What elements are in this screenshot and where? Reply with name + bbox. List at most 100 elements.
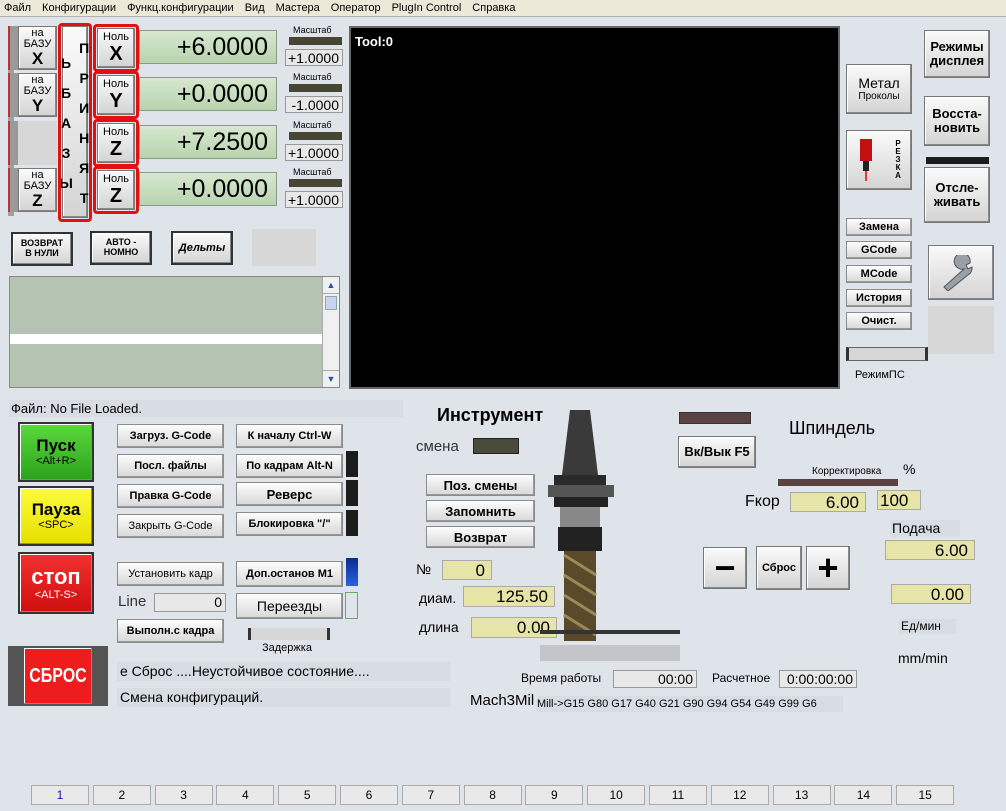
menu-item[interactable]: Функц.конфигурации [127,2,234,14]
menu-item[interactable]: Справка [472,2,515,14]
override-pct-label: % [903,461,916,477]
tab-11[interactable]: 11 [649,785,707,805]
block-delete-button[interactable]: Блокировка "/" [236,512,343,536]
tab-12[interactable]: 12 [710,785,769,805]
stop-button[interactable]: стоп <ALT-S> [18,552,94,614]
delay-bar[interactable] [248,628,330,640]
scale-field[interactable]: -1.0000 [285,96,343,113]
clear-button[interactable]: Очист. [846,312,912,330]
menu-item[interactable]: Файл [4,2,31,14]
axis-dro[interactable]: +0.0000 [139,172,277,206]
toolpath-display[interactable]: Tool:0 [349,26,840,389]
deltas-button[interactable]: Дельты [171,231,233,265]
track-button[interactable]: Отсле- живать [924,167,990,223]
display-modes-button[interactable]: Режимы дисплея [924,30,990,78]
run-from-line-button[interactable]: Выполн.с кадра [117,619,224,643]
tool-change-led [473,438,519,454]
tab-6[interactable]: 6 [340,785,398,805]
feed-field[interactable]: 6.00 [885,540,975,560]
set-line-button[interactable]: Установить кадр [117,562,224,586]
menu-item[interactable]: Конфигурации [42,2,116,14]
tools-button[interactable] [928,245,994,300]
tab-9[interactable]: 9 [525,785,584,805]
override-reset-button[interactable]: Сброс [756,546,802,590]
spindle-onoff-button[interactable]: Вк/Вык F5 [678,436,756,468]
menu-item[interactable]: Мастера [276,2,320,14]
restore-button[interactable]: Восста- новить [924,96,990,146]
tool-diam-label: диам. [419,590,457,606]
override-pct-field[interactable]: 100 [877,490,921,510]
close-gcode-button[interactable]: Закрыть G-Code [117,514,224,538]
start-button[interactable]: Пуск <Alt+R> [18,422,94,482]
change-pos-button[interactable]: Поз. смены [426,474,535,496]
minus-button[interactable]: − [703,547,747,589]
scroll-up-icon[interactable]: ▲ [323,277,339,294]
scrollbar[interactable]: ▲ ▼ [322,277,339,387]
load-gcode-button[interactable]: Загруз. G-Code [117,424,224,448]
scroll-down-icon[interactable]: ▼ [323,370,339,387]
recent-files-button[interactable]: Посл. файлы [117,454,224,478]
reverse-button[interactable]: Реверс [236,482,343,506]
plus-button[interactable]: + [806,546,850,590]
tab-13[interactable]: 13 [772,785,831,805]
ref-axis-button[interactable]: на БАЗУ Z [18,168,57,212]
axis-dro[interactable]: +0.0000 [139,77,277,111]
tab-15[interactable]: 15 [896,785,955,805]
scale-led [289,132,342,140]
tab-1[interactable]: 1 [31,785,89,805]
ref-axis-button[interactable]: на БАЗУ Y [18,73,57,117]
history-button[interactable]: История [846,289,912,307]
override-bar[interactable] [778,479,898,486]
axis-dro[interactable]: +6.0000 [139,30,277,64]
accept-bases-button[interactable]: П Р И Н Я Т Ь Б А З Ы [58,26,92,218]
edit-gcode-button[interactable]: Правка G-Code [117,484,224,508]
cut-button[interactable]: Р Е З К А [846,130,912,190]
return-button[interactable]: Возврат [426,526,535,548]
tab-10[interactable]: 10 [587,785,646,805]
gcode-button[interactable]: GCode [846,241,912,259]
menu-item[interactable]: Оператор [331,2,381,14]
tab-2[interactable]: 2 [92,785,151,805]
reset-button[interactable]: СБРОС [22,646,94,706]
menu-item[interactable]: PlugIn Control [392,2,462,14]
zero-axis-button[interactable]: Ноль Z [97,170,135,210]
tab-14[interactable]: 14 [834,785,893,805]
fkor-field[interactable]: 6.00 [790,492,866,512]
single-block-button[interactable]: По кадрам Alt-N [236,454,343,478]
tab-5[interactable]: 5 [278,785,337,805]
tab-7[interactable]: 7 [401,785,460,805]
mdi-list[interactable]: ▲ ▼ [9,276,340,388]
reverse-led [346,480,358,506]
zero-axis-button[interactable]: Ноль Y [97,75,135,115]
optional-stop-led [346,558,358,586]
moves-button[interactable]: Переезды [236,593,343,619]
tab-4[interactable]: 4 [216,785,275,805]
scale-field[interactable]: +1.0000 [285,144,343,161]
feed-rate-field[interactable]: 0.00 [891,584,971,604]
pause-button[interactable]: Пауза <SPC> [18,486,94,546]
remember-button[interactable]: Запомнить [426,500,535,522]
ref-axis-button[interactable]: на БАЗУ X [18,26,57,70]
mode-ps-bar[interactable] [846,347,928,361]
metal-button[interactable]: Метал Проколы [846,64,912,114]
zero-axis-button[interactable]: Ноль X [97,28,135,68]
line-field[interactable]: 0 [154,593,226,612]
tool-num-field[interactable]: 0 [442,560,492,580]
replace-button[interactable]: Замена [846,218,912,236]
optional-stop-button[interactable]: Доп.останов M1 [236,561,343,587]
return-zero-button[interactable]: ВОЗВРАТ В НУЛИ [11,232,73,266]
mcode-button[interactable]: MCode [846,265,912,283]
auto-button[interactable]: АВТО - НОМНО [90,231,152,265]
menu-item[interactable]: Вид [245,2,265,14]
feed-label: Подача [890,520,960,537]
rewind-button[interactable]: К началу Ctrl-W [236,424,343,448]
tab-8[interactable]: 8 [463,785,522,805]
tab-3[interactable]: 3 [154,785,213,805]
status-message-1: е Сброс ....Неустойчивое состояние.... [117,662,450,681]
zero-axis-button[interactable]: Ноль Z [97,123,135,163]
estimated-field: 0:00:00:00 [779,670,857,688]
scale-field[interactable]: +1.0000 [285,49,343,66]
axis-dro[interactable]: +7.2500 [139,125,277,159]
tool-length-label: длина [419,619,459,635]
scale-field[interactable]: +1.0000 [285,191,343,208]
